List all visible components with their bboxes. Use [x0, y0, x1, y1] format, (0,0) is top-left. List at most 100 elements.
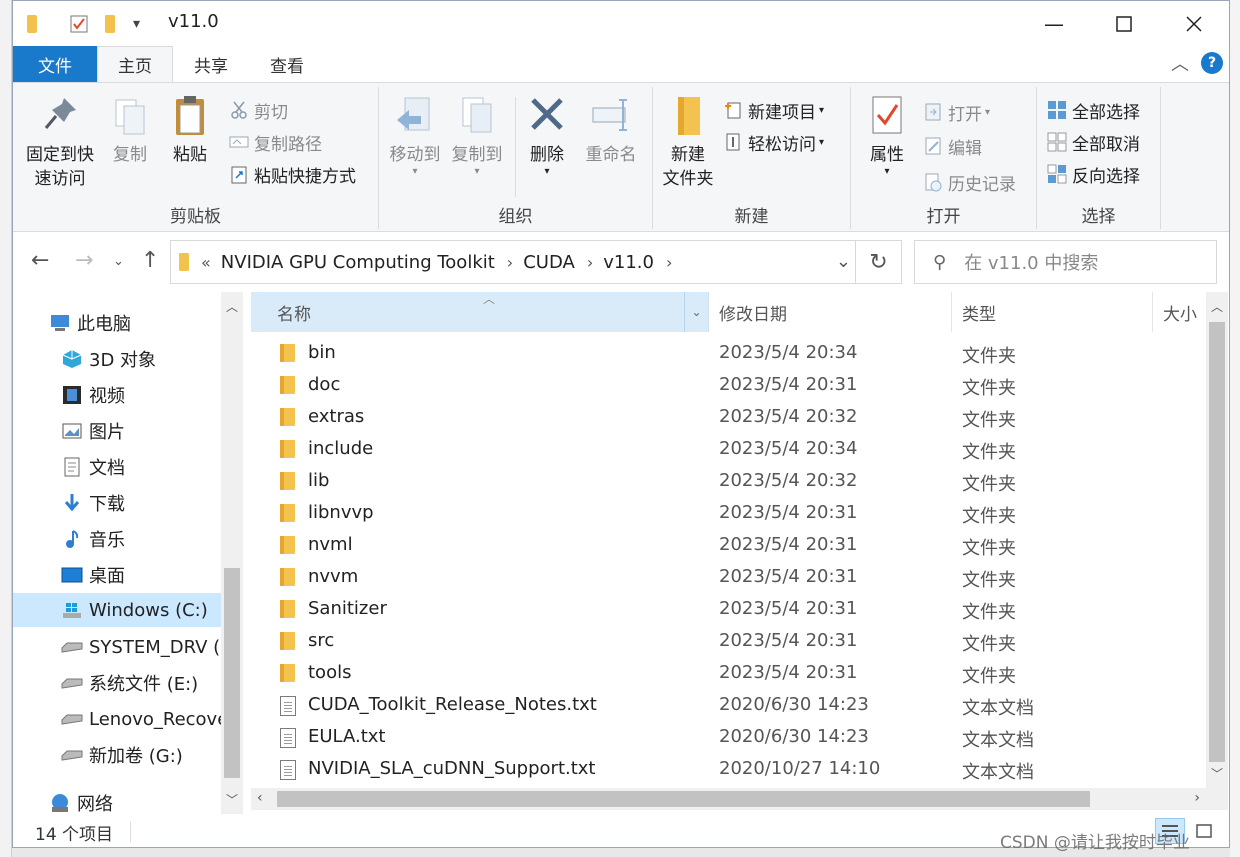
file-row[interactable]: extras 2023/5/4 20:32 文件夹 [251, 401, 1206, 433]
nav-item-videos[interactable]: 视频 [61, 378, 125, 412]
customize-toolbar-dropdown[interactable]: ▾ [133, 13, 140, 35]
scroll-down-icon[interactable]: ﹀ [1206, 765, 1228, 782]
file-list-vertical-scrollbar[interactable]: ︿ ﹀ [1206, 292, 1228, 788]
delete-button[interactable]: 删除 ▾ [523, 93, 571, 177]
history-button[interactable]: 历史记录 [923, 167, 1016, 197]
column-header-size[interactable]: 大小 [1154, 292, 1214, 332]
breadcrumb-nvidia-toolkit[interactable]: NVIDIA GPU Computing Toolkit [221, 252, 495, 273]
easy-access-button[interactable]: 轻松访问 ▾ [723, 127, 824, 157]
chevron-right-icon[interactable]: › [587, 253, 593, 272]
select-none-button[interactable]: 全部取消 [1047, 127, 1140, 157]
paste-button[interactable]: 粘贴 [165, 93, 215, 167]
open-button[interactable]: 打开 ▾ [923, 97, 990, 127]
pin-icon [44, 98, 76, 129]
refresh-button[interactable]: ↻ [855, 241, 901, 283]
column-header-date[interactable]: 修改日期 [710, 292, 952, 332]
nav-item-desktop[interactable]: 桌面 [61, 558, 125, 592]
column-header-name[interactable]: ︿ 名称 ⌄ [251, 292, 709, 332]
scroll-up-icon[interactable]: ︿ [1206, 298, 1228, 315]
nav-item-downloads[interactable]: 下载 [61, 486, 125, 520]
file-row[interactable]: CUDA_Toolkit_Release_Notes.txt 2020/6/30 … [251, 689, 1206, 721]
file-row[interactable]: nvml 2023/5/4 20:31 文件夹 [251, 529, 1206, 561]
file-list: ︿ 名称 ⌄ 修改日期 类型 大小 bin 2023/5/4 20:34 文件夹 do… [251, 292, 1206, 814]
breadcrumb-overflow[interactable]: « [201, 253, 211, 272]
file-row[interactable]: EULA.txt 2020/6/30 14:23 文本文档 [251, 721, 1206, 753]
select-all-button[interactable]: 全部选择 [1047, 95, 1140, 125]
scrollbar-thumb[interactable] [224, 568, 240, 778]
file-row[interactable]: nvvm 2023/5/4 20:31 文件夹 [251, 561, 1206, 593]
tab-file[interactable]: 文件 [13, 46, 97, 82]
forward-button[interactable]: → [75, 248, 93, 273]
copy-path-button[interactable]: 复制路径 [229, 127, 322, 157]
nav-label: 文档 [89, 458, 125, 479]
column-filter-dropdown[interactable]: ⌄ [684, 292, 708, 332]
search-box[interactable]: ⚲ 在 v11.0 中搜索 [914, 240, 1217, 284]
copy-to-button[interactable]: 复制到 ▾ [447, 93, 507, 177]
nav-item-lenovo-recovery[interactable]: Lenovo_Recove [61, 702, 228, 736]
file-row[interactable]: lib 2023/5/4 20:32 文件夹 [251, 465, 1206, 497]
tab-share[interactable]: 共享 [179, 46, 243, 82]
help-button[interactable]: ? [1201, 52, 1223, 74]
up-button[interactable]: ↑ [141, 248, 159, 273]
nav-item-system-files-e[interactable]: 系统文件 (E:) [61, 666, 198, 700]
file-row[interactable]: include 2023/5/4 20:34 文件夹 [251, 433, 1206, 465]
close-button[interactable] [1159, 1, 1229, 46]
cut-label: 剪切 [254, 102, 288, 123]
address-bar[interactable]: « NVIDIA GPU Computing Toolkit › CUDA › … [170, 240, 902, 284]
copy-button[interactable]: 复制 [105, 93, 155, 167]
file-type: 文件夹 [962, 570, 1016, 591]
scroll-left-icon[interactable]: ‹ [257, 790, 263, 806]
scrollbar-thumb[interactable] [1209, 322, 1225, 762]
file-row[interactable]: bin 2023/5/4 20:34 文件夹 [251, 337, 1206, 369]
move-to-button[interactable]: 移动到 ▾ [385, 93, 445, 177]
new-folder-button[interactable]: 新建 文件夹 [657, 93, 719, 191]
cut-button[interactable]: 剪切 [229, 95, 288, 125]
new-folder-quick-button[interactable] [105, 13, 115, 35]
scrollbar-thumb[interactable] [277, 791, 1090, 807]
edit-button[interactable]: 编辑 [923, 131, 982, 161]
file-row[interactable]: libnvvp 2023/5/4 20:31 文件夹 [251, 497, 1206, 529]
minimize-button[interactable]: — [1019, 1, 1089, 46]
nav-item-pictures[interactable]: 图片 [61, 414, 125, 448]
chevron-right-icon[interactable]: › [666, 253, 672, 272]
file-date: 2023/5/4 20:31 [719, 502, 858, 523]
paste-label: 粘贴 [173, 145, 207, 165]
nav-item-system-drv[interactable]: SYSTEM_DRV (I [61, 630, 226, 664]
file-row[interactable]: doc 2023/5/4 20:31 文件夹 [251, 369, 1206, 401]
rename-button[interactable]: 重命名 [579, 93, 643, 167]
tab-view[interactable]: 查看 [255, 46, 319, 82]
file-row[interactable]: src 2023/5/4 20:31 文件夹 [251, 625, 1206, 657]
address-dropdown[interactable]: ⌄ [836, 251, 851, 272]
nav-item-3d-objects[interactable]: 3D 对象 [61, 342, 156, 376]
new-item-button[interactable]: 新建项目 ▾ [723, 95, 824, 125]
properties-button[interactable]: 属性 ▾ [859, 93, 915, 177]
nav-pane-scrollbar[interactable]: ︿ ﹀ [221, 292, 243, 814]
nav-item-new-volume-g[interactable]: 新加卷 (G:) [61, 738, 183, 772]
recent-locations-dropdown[interactable]: ⌄ [113, 254, 124, 269]
file-list-horizontal-scrollbar[interactable]: ‹ › [251, 788, 1206, 810]
nav-item-music[interactable]: 音乐 [61, 522, 125, 556]
paste-shortcut-button[interactable]: 粘贴快捷方式 [229, 159, 356, 189]
maximize-button[interactable] [1089, 1, 1159, 46]
breadcrumb-v11[interactable]: v11.0 [603, 252, 654, 273]
scroll-down-icon[interactable]: ﹀ [221, 791, 243, 808]
file-row[interactable]: NVIDIA_SLA_cuDNN_Support.txt 2020/10/27 1… [251, 753, 1206, 785]
nav-item-documents[interactable]: 文档 [61, 450, 125, 484]
scroll-right-icon[interactable]: › [1194, 790, 1200, 806]
large-icons-view-button[interactable] [1189, 818, 1219, 844]
file-row[interactable]: Sanitizer 2023/5/4 20:31 文件夹 [251, 593, 1206, 625]
breadcrumb-cuda[interactable]: CUDA [523, 252, 575, 273]
properties-quick-button[interactable] [69, 13, 89, 35]
collapse-ribbon-button[interactable]: ︿ [1171, 50, 1189, 76]
nav-item-windows-c[interactable]: Windows (C:) [13, 593, 221, 627]
nav-item-this-pc[interactable]: 此电脑 [49, 306, 131, 340]
scroll-up-icon[interactable]: ︿ [221, 298, 243, 315]
tab-home[interactable]: 主页 [97, 46, 173, 82]
back-button[interactable]: ← [31, 248, 49, 273]
file-row[interactable]: tools 2023/5/4 20:31 文件夹 [251, 657, 1206, 689]
column-size-label: 大小 [1163, 304, 1197, 325]
chevron-right-icon[interactable]: › [507, 253, 513, 272]
pin-to-quick-access-button[interactable]: 固定到快 速访问 [21, 93, 99, 191]
column-header-type[interactable]: 类型 [953, 292, 1153, 332]
invert-selection-button[interactable]: 反向选择 [1047, 159, 1140, 189]
